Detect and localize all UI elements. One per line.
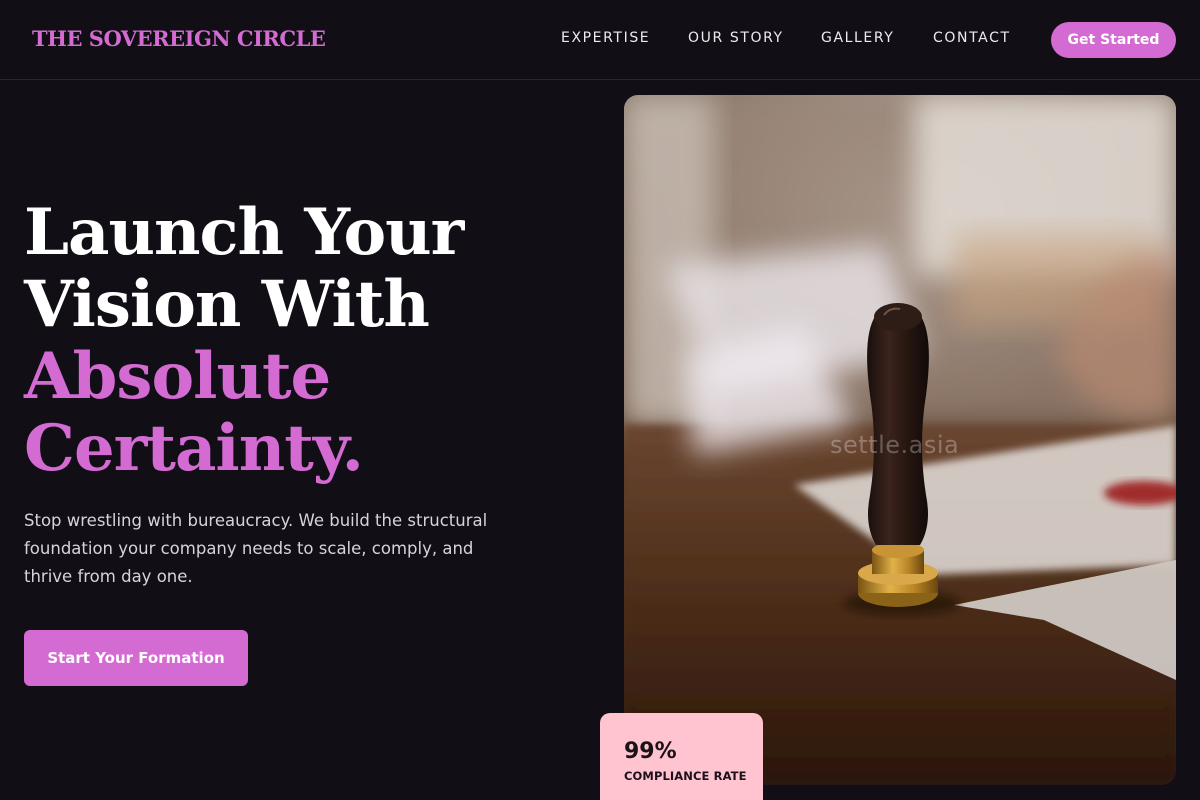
nav-link-gallery[interactable]: GALLERY: [821, 30, 894, 46]
hero-headline: Launch Your Vision With Absolute Certain…: [24, 197, 584, 485]
nav-link-our-story[interactable]: OUR STORY: [688, 30, 784, 46]
top-nav: THE SOVEREIGN CIRCLE EXPERTISE OUR STORY…: [0, 0, 1200, 80]
nav-link-expertise[interactable]: EXPERTISE: [561, 30, 650, 46]
hero-photo: settle.asia: [624, 95, 1176, 785]
nav-links: EXPERTISE OUR STORY GALLERY CONTACT: [0, 30, 1200, 50]
headline-line-1: Launch Your: [24, 195, 464, 270]
compliance-stat-card: 99% COMPLIANCE RATE: [600, 713, 763, 800]
stat-value: 99%: [624, 739, 677, 764]
watermark-text: settle.asia: [830, 431, 960, 459]
stat-label: COMPLIANCE RATE: [624, 769, 747, 783]
headline-accent-2: Certainty.: [24, 411, 364, 486]
get-started-button[interactable]: Get Started: [1051, 22, 1176, 58]
hero-subtext: Stop wrestling with bureaucracy. We buil…: [24, 511, 488, 586]
start-formation-button[interactable]: Start Your Formation: [24, 630, 248, 686]
nav-link-contact[interactable]: CONTACT: [933, 30, 1011, 46]
headline-accent-1: Absolute: [24, 339, 331, 414]
headline-line-2: Vision With: [24, 267, 430, 342]
